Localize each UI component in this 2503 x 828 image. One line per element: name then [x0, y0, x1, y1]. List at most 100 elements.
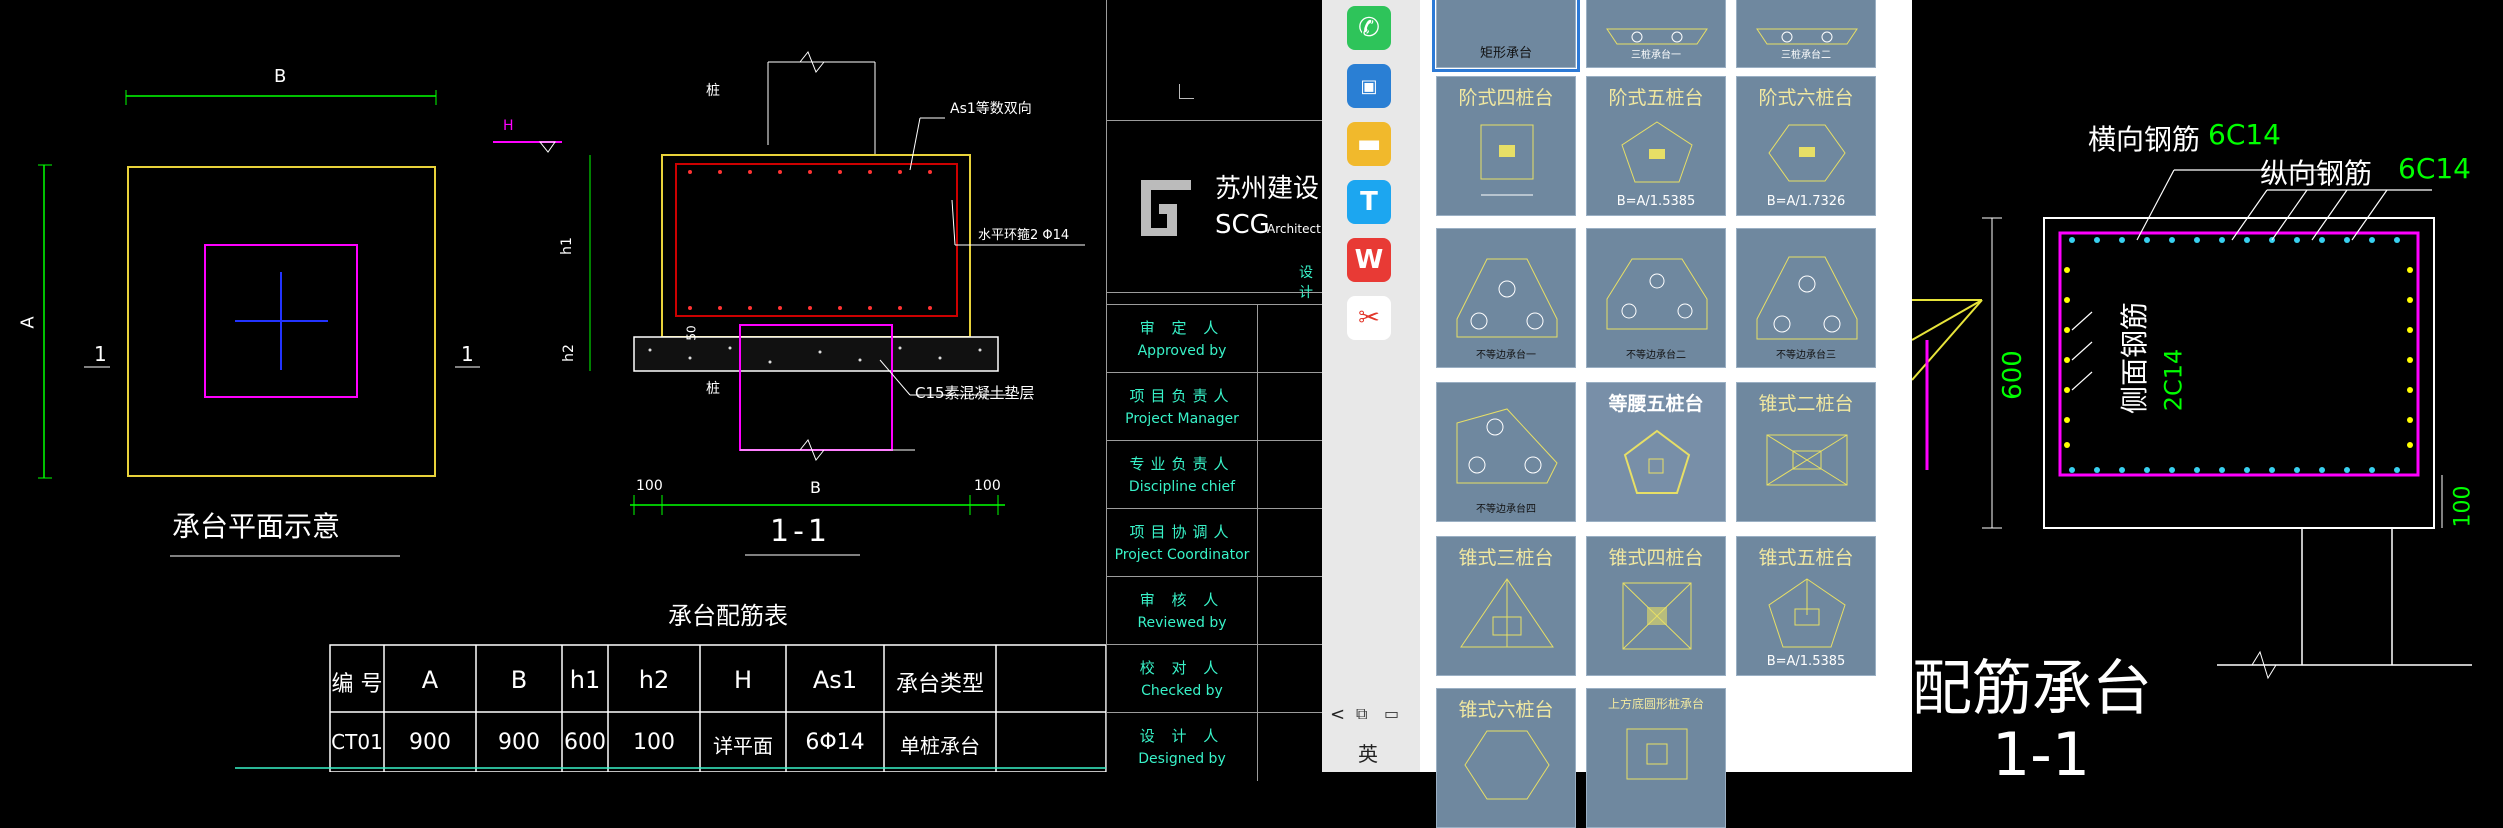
tile-label: 不等边承台三: [1776, 350, 1836, 361]
tile-label: B=A/1.7326: [1766, 194, 1846, 209]
label-longitudinal-rebar-value: 6C14: [2398, 152, 2471, 185]
section-title: 1-1: [770, 514, 831, 549]
cad-drawing-right[interactable]: 横向钢筋 6C14 纵向钢筋 6C14 侧面钢筋 2C14 600 100 配筋…: [1911, 0, 2503, 790]
title-row-designed: 设 计 人 Designed by: [1107, 712, 1323, 781]
app-blue-icon[interactable]: ▣: [1347, 64, 1391, 108]
title-row-en: Designed by: [1138, 751, 1226, 767]
table-cell-as1: 6Φ14: [805, 730, 865, 755]
title-row-cn: 项目负责人: [1129, 387, 1235, 405]
table-header-as1: As1: [812, 666, 858, 694]
plan-caption: 承台平面示意: [172, 510, 341, 543]
title-row-cn: 校 对 人: [1139, 659, 1225, 677]
title-row-sep: [1257, 645, 1258, 713]
pile-cap-gallery[interactable]: 矩形承台 三桩承台一 三桩承台二 阶式四桩台 阶式五桩台 B=A/1.5385 …: [1420, 0, 1912, 828]
t-app-icon[interactable]: T: [1347, 180, 1391, 224]
label-transverse-rebar-value: 6C14: [2208, 118, 2281, 151]
tile-taper-four-pile[interactable]: 锥式四桩台: [1586, 536, 1726, 676]
rebar-table-title: 承台配筋表: [668, 602, 788, 630]
label-transverse-rebar: 横向钢筋: [2088, 123, 2201, 156]
tile-taper-two-pile[interactable]: 锥式二桩台: [1736, 382, 1876, 522]
tile-taper-three-pile[interactable]: 锥式三桩台: [1436, 536, 1576, 676]
tile-uneven-cap-4[interactable]: 不等边承台四: [1436, 382, 1576, 522]
section-label-h1: h1: [558, 237, 575, 255]
section-dim-100-right: 100: [974, 478, 1001, 494]
table-header-type: 承台类型: [895, 672, 984, 697]
logo-cn: 苏州建设: [1215, 174, 1320, 204]
tile-uneven-cap-2[interactable]: 不等边承台二: [1586, 228, 1726, 368]
tray-battery-icon[interactable]: ▭: [1384, 704, 1399, 723]
detail-title: 配筋承台: [1912, 654, 2152, 724]
tile-label: 不等边承台二: [1626, 350, 1686, 361]
plan-view: [38, 90, 480, 557]
title-row-sep: [1257, 373, 1258, 441]
snip-tool-icon[interactable]: ✂: [1347, 296, 1391, 340]
detail-section: 1-1: [1992, 720, 2090, 790]
title-row-en: Checked by: [1141, 683, 1223, 699]
table-header-h: H: [733, 666, 753, 694]
corner-mark-icon: [1179, 84, 1194, 99]
title-row-sep: [1257, 441, 1258, 509]
tile-label: 矩形承台: [1479, 46, 1532, 61]
tile-step-six-pile[interactable]: 阶式六桩台 B=A/1.7326: [1736, 76, 1876, 216]
tile-isosceles-five-pile[interactable]: 等腰五桩台: [1586, 382, 1726, 522]
tile-drawing: [1460, 578, 1554, 648]
title-block-divider: [1107, 120, 1323, 121]
tile-label: 三桩承台一: [1631, 50, 1681, 61]
title-row-en: Project Manager: [1125, 411, 1239, 427]
section-label-c15: C15素混凝土垫层: [915, 384, 1035, 402]
plan-section-mark-left: 1: [94, 342, 107, 366]
tile-step-five-pile[interactable]: 阶式五桩台 B=A/1.5385: [1586, 76, 1726, 216]
label-side-rebar-value: 2C14: [2159, 348, 2188, 412]
title-row-en: Reviewed by: [1137, 615, 1227, 631]
tile-uneven-cap-1[interactable]: 不等边承台一: [1436, 228, 1576, 368]
title-row-sep: [1257, 713, 1258, 781]
plan-section-mark-right: 1: [461, 342, 474, 366]
section-dim-b: B: [810, 478, 821, 497]
table-cell-b: 900: [498, 730, 540, 755]
section-label-50: 50: [684, 325, 699, 341]
plan-dim-b: B: [274, 66, 287, 87]
wps-icon[interactable]: W: [1347, 238, 1391, 282]
table-header-b: B: [510, 666, 528, 694]
ime-indicator[interactable]: 英: [1358, 738, 1378, 767]
section-label-h: H: [503, 118, 514, 134]
title-row-cn: 项目协调人: [1129, 523, 1235, 541]
tray-network-icon[interactable]: ⧉: [1356, 704, 1367, 724]
tile-drawing: [1623, 429, 1691, 494]
title-row-approved: 审 定 人 Approved by: [1107, 304, 1323, 373]
title-row-cn: 审 定 人: [1139, 319, 1225, 337]
tile-rect-cap[interactable]: 矩形承台: [1432, 0, 1580, 72]
tile-taper-five-pile[interactable]: 锥式五桩台 B=A/1.5385: [1736, 536, 1876, 676]
plan-dim-a: A: [17, 316, 39, 329]
tile-step-four-pile[interactable]: 阶式四桩台: [1436, 76, 1576, 216]
title-row-discipline: 专业负责人 Discipline chief: [1107, 440, 1323, 509]
tile-label: 不等边承台四: [1476, 504, 1536, 515]
design-note: 设计: [1299, 265, 1313, 301]
tile-taper-six-pile[interactable]: 锥式六桩台: [1436, 688, 1576, 828]
tile-label: 不等边承台一: [1476, 350, 1536, 361]
section-dim-100-left: 100: [636, 478, 663, 494]
file-explorer-icon[interactable]: ▬: [1347, 122, 1391, 166]
wechat-icon[interactable]: ✆: [1347, 6, 1391, 50]
table-header-id: 编 号: [331, 672, 383, 697]
title-row-cn: 专业负责人: [1129, 455, 1235, 473]
table-cell-h2: 100: [633, 730, 675, 755]
section-label-side-bar: 水平环箍2 Φ14: [978, 228, 1070, 243]
title-block-divider-2: [1107, 292, 1323, 293]
tile-three-pile-1[interactable]: 三桩承台一: [1586, 0, 1726, 68]
title-row-reviewed: 审 核 人 Reviewed by: [1107, 576, 1323, 645]
tile-label: B=A/1.5385: [1616, 194, 1696, 209]
tray-chevron-icon[interactable]: <: [1330, 704, 1345, 725]
tile-uneven-cap-3[interactable]: 不等边承台三: [1736, 228, 1876, 368]
tile-three-pile-2[interactable]: 三桩承台二: [1736, 0, 1876, 68]
tile-round-pile-cap[interactable]: 上方底圆形桩承台: [1586, 688, 1726, 828]
section-label-pile-top: 桩: [706, 83, 720, 99]
tile-drawing: [1464, 730, 1550, 800]
title-row-checked: 校 对 人 Checked by: [1107, 644, 1323, 713]
tile-drawing: [1766, 434, 1848, 486]
section-label-pile-bottom: 桩: [706, 381, 720, 397]
title-block: 苏州建设 SCG Architect 设计 审 定 人 Approved by …: [1106, 0, 1323, 781]
table-cell-type: 单桩承台: [900, 734, 980, 758]
tile-label: 三桩承台二: [1781, 50, 1831, 61]
tile-drawing: [1626, 728, 1688, 780]
